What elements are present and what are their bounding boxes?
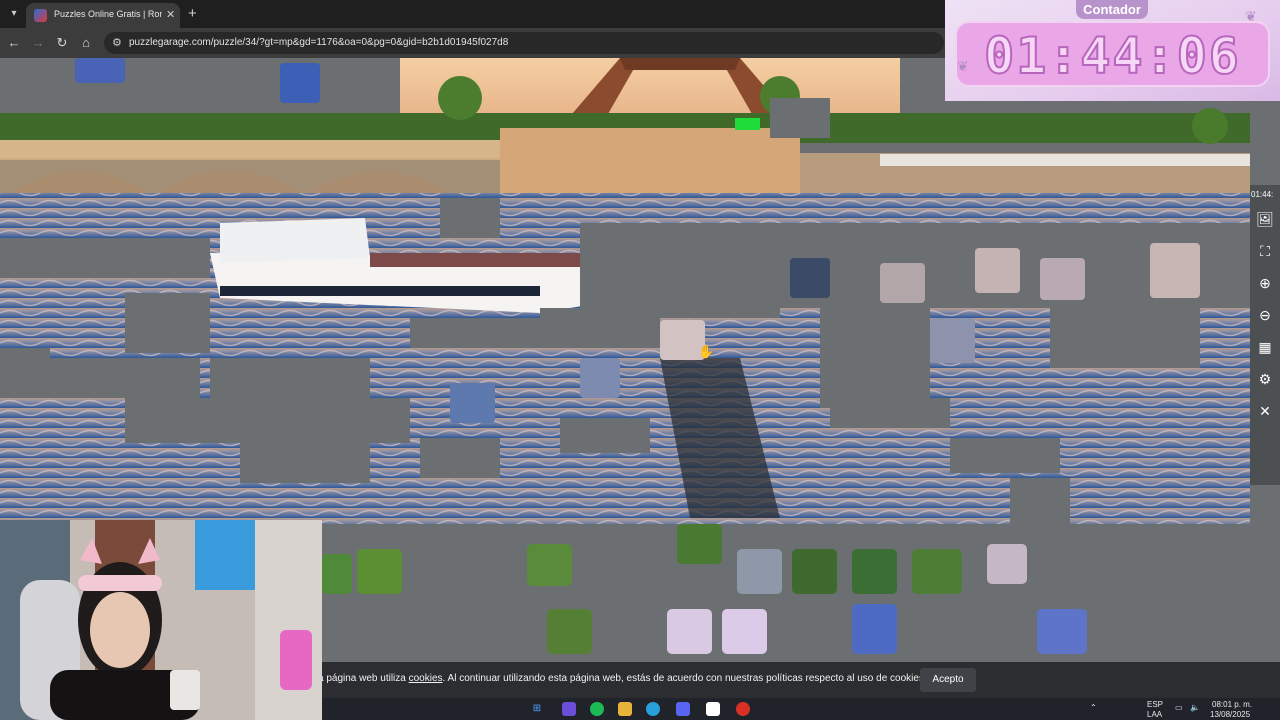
white-tents bbox=[880, 154, 1250, 166]
pieces-tray[interactable] bbox=[322, 524, 1280, 662]
network-icon[interactable]: ▭ bbox=[1175, 703, 1183, 712]
tray-piece-group[interactable] bbox=[322, 524, 1087, 654]
volume-icon[interactable]: 🔈 bbox=[1190, 703, 1200, 712]
spotify-icon[interactable] bbox=[590, 702, 604, 716]
eiffel-arch bbox=[620, 58, 740, 70]
tray-pieces bbox=[322, 524, 1087, 654]
fullscreen-icon[interactable]: ⛶ bbox=[1255, 241, 1275, 261]
puzzle-board[interactable]: ✋ bbox=[0, 58, 1250, 524]
counter-label: Contador bbox=[1076, 0, 1148, 19]
puzzle-favicon-icon bbox=[34, 9, 47, 22]
bridge-deck bbox=[0, 140, 500, 160]
language-code[interactable]: ESP bbox=[1147, 700, 1163, 709]
flourish-decoration-icon: ❦ bbox=[1245, 8, 1257, 24]
tray-up-arrow-icon[interactable]: ⌃ bbox=[1090, 703, 1097, 712]
puzzle-tool-rail: 01:44: 🖼 ⛶ ⊕ ⊖ ▦ ⚙ ✕ bbox=[1250, 185, 1280, 485]
accept-cookies-button[interactable]: Acepto bbox=[920, 668, 976, 692]
browser-tab[interactable]: Puzzles Online Gratis | Rompec ✕ bbox=[26, 3, 180, 28]
loose-piece[interactable] bbox=[280, 63, 320, 103]
url-text: puzzlegarage.com/puzzle/34/?gt=mp&gd=117… bbox=[129, 37, 509, 48]
cookie-message: a página web utiliza cookies. Al continu… bbox=[318, 673, 927, 684]
obs-icon[interactable] bbox=[706, 702, 720, 716]
close-icon[interactable]: ✕ bbox=[1255, 401, 1275, 421]
clock-time[interactable]: 08:01 p. m. bbox=[1212, 700, 1252, 709]
flourish-decoration-icon: ❦ bbox=[957, 58, 969, 74]
loose-piece[interactable] bbox=[735, 118, 760, 130]
discord-icon[interactable] bbox=[676, 702, 690, 716]
tree-cluster bbox=[438, 76, 482, 120]
tree-cluster bbox=[1192, 108, 1228, 144]
tour-boat-cabin bbox=[220, 218, 370, 263]
site-info-icon[interactable]: ⚙ bbox=[112, 36, 122, 49]
address-bar[interactable]: ⚙ puzzlegarage.com/puzzle/34/?gt=mp&gd=1… bbox=[104, 32, 944, 54]
reload-icon[interactable]: ↻ bbox=[53, 34, 71, 52]
tab-search-icon[interactable]: ▾ bbox=[6, 6, 22, 22]
tour-boat-stripe bbox=[220, 286, 540, 296]
forward-arrow-icon[interactable]: → bbox=[29, 34, 47, 52]
cookie-text-start: a página web utiliza bbox=[318, 673, 409, 684]
zoom-out-icon[interactable]: ⊖ bbox=[1255, 305, 1275, 325]
folder-icon[interactable] bbox=[618, 702, 632, 716]
telegram-icon[interactable] bbox=[646, 702, 660, 716]
chrome-icon[interactable] bbox=[736, 702, 750, 716]
keyboard-layout[interactable]: LAA bbox=[1147, 710, 1162, 719]
webcam-overlay bbox=[0, 520, 322, 720]
loose-piece[interactable] bbox=[75, 58, 125, 83]
puzzle-image bbox=[0, 58, 1250, 524]
back-arrow-icon[interactable]: ← bbox=[5, 34, 23, 52]
counter-time: 01:44:06 bbox=[983, 26, 1241, 86]
tour-boat-passengers bbox=[370, 253, 610, 267]
webcam-feed bbox=[0, 520, 322, 720]
zoom-in-icon[interactable]: ⊕ bbox=[1255, 273, 1275, 293]
stream-counter-overlay: Contador 01:44:06 ❦ ❦ bbox=[945, 0, 1280, 101]
app-icon[interactable] bbox=[562, 702, 576, 716]
new-tab-icon[interactable]: + bbox=[188, 5, 197, 22]
close-tab-icon[interactable]: ✕ bbox=[166, 8, 175, 21]
rail-timer: 01:44: bbox=[1251, 190, 1274, 199]
clock-date[interactable]: 13/08/2025 bbox=[1210, 710, 1250, 719]
tab-title: Puzzles Online Gratis | Rompec bbox=[54, 9, 162, 19]
cookie-text-end: . Al continuar utilizando esta página we… bbox=[442, 673, 927, 684]
counter-clock: 01:44:06 bbox=[955, 21, 1270, 87]
embankment bbox=[500, 128, 800, 198]
preview-image-icon[interactable]: 🖼 bbox=[1255, 209, 1275, 229]
cookies-link[interactable]: cookies bbox=[409, 673, 443, 684]
settings-gear-icon[interactable]: ⚙ bbox=[1255, 369, 1275, 389]
windows-start-icon[interactable]: ⊞ bbox=[530, 702, 544, 716]
arrange-pieces-icon[interactable]: ▦ bbox=[1255, 337, 1275, 357]
screen: ▾ Puzzles Online Gratis | Rompec ✕ + ← →… bbox=[0, 0, 1280, 720]
bridge-body bbox=[0, 158, 500, 196]
hand-cursor-icon: ✋ bbox=[698, 344, 715, 359]
home-icon[interactable]: ⌂ bbox=[77, 34, 95, 52]
